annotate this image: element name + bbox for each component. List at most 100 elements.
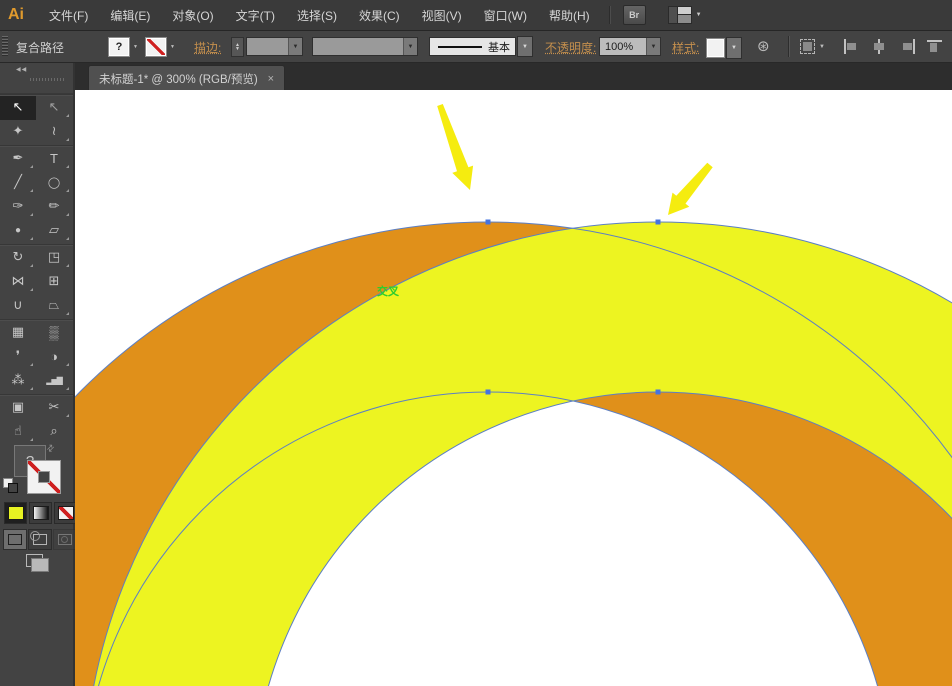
pencil-tool[interactable]: ✏ <box>36 195 72 219</box>
mesh-icon: ▦ <box>12 324 24 340</box>
brush-definition-combo[interactable]: 基本 <box>429 37 516 56</box>
draw-normal-button[interactable] <box>3 529 27 550</box>
arrow-left-annotation <box>437 104 473 190</box>
stepper-down-icon[interactable]: ▼ <box>235 47 240 51</box>
stroke-width-stepper[interactable]: ▲ ▼ <box>231 37 244 57</box>
annotation-arrows <box>437 104 713 215</box>
stroke-panel-link[interactable]: 描边: <box>194 39 221 56</box>
brush-dropdown-button[interactable]: ▼ <box>517 36 533 57</box>
menu-window[interactable]: 窗口(W) <box>473 1 538 30</box>
perspective-grid-tool[interactable]: ⏢ <box>36 294 72 318</box>
magic-wand-tool[interactable]: ✦ <box>0 120 36 144</box>
slice-tool[interactable]: ✂ <box>36 396 72 420</box>
shape-builder-tool[interactable]: ∪ <box>0 294 36 318</box>
toolbar-stroke-swatch-none[interactable] <box>27 460 61 494</box>
close-icon[interactable]: × <box>268 73 274 85</box>
align-to-selection-icon[interactable] <box>800 39 815 54</box>
control-bar-grip[interactable] <box>2 35 8 57</box>
menu-view[interactable]: 视图(V) <box>411 1 473 30</box>
lasso-tool[interactable]: ≀ <box>36 120 72 144</box>
draw-behind-button[interactable] <box>28 529 52 550</box>
column-graph-tool[interactable]: ▂▅▇ <box>36 369 72 393</box>
stroke-width-combo[interactable]: ▼ <box>246 37 303 56</box>
align-top-button[interactable] <box>927 39 944 54</box>
draw-inside-button[interactable] <box>53 529 77 550</box>
width-tool[interactable]: ⋈ <box>0 270 36 294</box>
scale-icon: ◳ <box>48 249 60 265</box>
stroke-color-swatch-none[interactable] <box>145 37 167 57</box>
chevron-down-icon[interactable]: ▼ <box>170 44 175 50</box>
chevron-down-icon[interactable]: ▼ <box>646 38 660 55</box>
pen-tool[interactable]: ✒ <box>0 147 36 171</box>
fill-color-swatch[interactable]: ? <box>108 37 130 57</box>
mesh-tool[interactable]: ▦ <box>0 321 36 345</box>
style-dropdown-button[interactable]: ▼ <box>726 37 742 59</box>
align-right-button[interactable] <box>899 39 916 54</box>
symbol-sprayer-tool[interactable]: ⁂ <box>0 369 36 393</box>
blob-brush-tool[interactable]: ● <box>0 219 36 243</box>
opacity-panel-link[interactable]: 不透明度: <box>545 39 596 56</box>
stroke-profile-combo[interactable]: ▼ <box>312 37 418 56</box>
blob-icon: ● <box>15 225 21 236</box>
direct-selection-tool[interactable]: ↖ <box>36 96 72 120</box>
none-button[interactable] <box>54 502 77 524</box>
rotate-tool[interactable]: ↻ <box>0 246 36 270</box>
opacity-value: 100% <box>600 41 633 53</box>
menu-file[interactable]: 文件(F) <box>38 1 99 30</box>
line-segment-tool[interactable]: ╱ <box>0 171 36 195</box>
menu-select[interactable]: 选择(S) <box>286 1 348 30</box>
style-panel-link[interactable]: 样式: <box>672 39 699 56</box>
artboard-icon: ▣ <box>12 399 24 415</box>
scale-tool[interactable]: ◳ <box>36 246 72 270</box>
menu-type[interactable]: 文字(T) <box>225 1 286 30</box>
eraser-tool[interactable]: ▱ <box>36 219 72 243</box>
workspace-switcher-button[interactable]: ▼ <box>668 6 702 24</box>
chevron-down-icon[interactable]: ▼ <box>133 44 138 50</box>
chevron-down-icon[interactable]: ▼ <box>403 38 417 55</box>
artboard-canvas[interactable]: 交叉 <box>75 90 952 686</box>
artboard-tool[interactable]: ▣ <box>0 396 36 420</box>
ellipse-tool[interactable]: ◯ <box>36 171 72 195</box>
blend-tool[interactable]: ◑ <box>36 345 72 369</box>
tools-panel-grip[interactable] <box>30 78 66 81</box>
hand-icon: ☝ <box>14 423 22 439</box>
anchor-point[interactable] <box>486 390 491 395</box>
line-icon: ╱ <box>14 174 22 190</box>
menu-edit[interactable]: 编辑(E) <box>99 1 161 30</box>
menu-effect[interactable]: 效果(C) <box>348 1 411 30</box>
selection-tool[interactable]: ↖ <box>0 96 36 120</box>
rotate-icon: ↻ <box>13 249 24 265</box>
color-button[interactable] <box>4 502 27 524</box>
go-to-bridge-button[interactable]: Br <box>623 5 646 25</box>
pencil-icon: ✏ <box>49 198 60 214</box>
graphic-style-swatch[interactable] <box>706 38 725 58</box>
tools-panel: ◀◀ ↖ ↖ ✦ ≀ ✒ T ╱ ◯ ✑ ✏ ● ▱ ↻ ◳ ⋈ ⊞ ∪ ⏢ ▦… <box>0 63 75 686</box>
align-horizontal-center-button[interactable] <box>871 39 888 54</box>
paintbrush-tool[interactable]: ✑ <box>0 195 36 219</box>
gradient-button[interactable] <box>29 502 52 524</box>
chevron-down-icon[interactable]: ▼ <box>288 38 302 55</box>
anchor-point[interactable] <box>656 220 661 225</box>
chevron-down-icon[interactable]: ▼ <box>819 44 825 50</box>
change-screen-mode-icon[interactable] <box>24 553 50 573</box>
free-transform-tool[interactable]: ⊞ <box>36 270 72 294</box>
menu-object[interactable]: 对象(O) <box>161 1 224 30</box>
recolor-artwork-icon[interactable]: ⊛ <box>757 37 770 55</box>
selected-object-type-label: 复合路径 <box>16 39 64 56</box>
default-fill-stroke-icon[interactable] <box>3 478 19 494</box>
align-left-button[interactable] <box>843 39 860 54</box>
gradient-tool[interactable]: ▒ <box>36 321 72 345</box>
hand-tool[interactable]: ☝ <box>0 420 36 444</box>
gradient-icon: ▒ <box>49 325 58 340</box>
document-tab[interactable]: 未标题-1* @ 300% (RGB/预览) × <box>88 65 285 91</box>
menu-help[interactable]: 帮助(H) <box>538 1 601 30</box>
anchor-point[interactable] <box>656 390 661 395</box>
opacity-combo[interactable]: 100% ▼ <box>599 37 661 56</box>
shape-builder-icon: ∪ <box>13 297 23 313</box>
zoom-tool[interactable]: ⌕ <box>36 420 72 444</box>
tool-group-select: ↖ ↖ ✦ ≀ <box>0 94 73 145</box>
anchor-point[interactable] <box>486 220 491 225</box>
eyedropper-tool[interactable]: ❜ <box>0 345 36 369</box>
collapse-panel-icon[interactable]: ◀◀ <box>16 66 27 73</box>
type-tool[interactable]: T <box>36 147 72 171</box>
